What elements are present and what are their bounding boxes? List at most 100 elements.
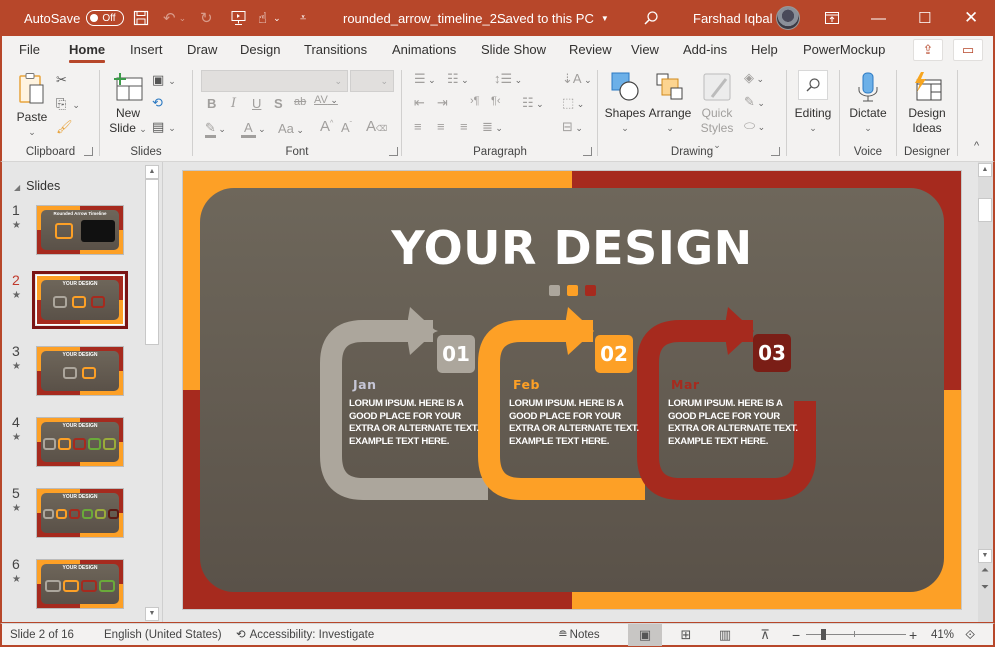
scrollbar-thumb[interactable] (978, 198, 992, 222)
close-icon[interactable]: ✕ (964, 0, 978, 36)
pane-scroll-up-icon[interactable]: ▲ (145, 165, 159, 179)
user-avatar[interactable] (776, 0, 800, 36)
arrange-button[interactable]: Arrange ⌄ (648, 72, 692, 136)
bold-button[interactable]: B (207, 96, 216, 111)
slides-pane-header[interactable]: ◢ Slides (14, 179, 60, 193)
align-left-icon[interactable]: ≡ (414, 119, 422, 134)
clipboard-launcher-icon[interactable] (84, 147, 93, 156)
tab-add-ins[interactable]: Add-ins (683, 36, 727, 64)
maximize-icon[interactable]: ☐ (918, 0, 931, 36)
design-ideas-button[interactable]: Design Ideas (903, 72, 951, 136)
numbering-icon[interactable]: ☷ ⌄ (447, 71, 469, 87)
slide-thumbnail-5[interactable]: YOUR DESIGN (36, 488, 124, 538)
strikethrough-button[interactable]: ab (294, 96, 306, 108)
layout-icon[interactable]: ▣ ⌄ (152, 72, 176, 88)
smartart-icon[interactable]: ⊟ ⌄ (562, 119, 583, 135)
font-launcher-icon[interactable] (389, 147, 398, 156)
slideshow-button[interactable]: ⊼ (748, 624, 782, 646)
collapse-ribbon-icon[interactable]: ^ (974, 140, 979, 152)
dictate-button[interactable]: Dictate ⌄ (846, 72, 890, 136)
format-painter-icon[interactable]: 🖌 (56, 119, 73, 135)
slide-thumbnail-2[interactable]: YOUR DESIGN (32, 271, 128, 329)
normal-view-button[interactable]: ▣ (628, 624, 662, 646)
increase-indent-icon[interactable]: ⇥ (437, 95, 448, 111)
editing-button[interactable]: Editing ⌄ (791, 70, 835, 136)
slide-sorter-button[interactable]: ⊞ (669, 624, 703, 646)
ribbon-display-options-icon[interactable] (825, 0, 839, 36)
align-text-icon[interactable]: ⬚ ⌄ (562, 95, 584, 111)
shape-fill-icon[interactable]: ◈ ⌄ (744, 70, 764, 86)
language-indicator[interactable]: English (United States) (104, 624, 222, 646)
touch-mode-icon[interactable]: ☝ ⌄ (258, 0, 281, 36)
pane-scrollbar-thumb[interactable] (145, 179, 159, 345)
ltr-icon[interactable]: ›¶ (470, 95, 480, 107)
tab-review[interactable]: Review (569, 36, 612, 64)
cut-icon[interactable]: ✂ (56, 72, 67, 88)
bullets-icon[interactable]: ☰ ⌄ (414, 71, 436, 87)
paragraph-launcher-icon[interactable] (583, 147, 592, 156)
font-name-dropdown[interactable]: ⌄ (201, 70, 348, 92)
next-slide-icon[interactable]: ⏷ (981, 582, 989, 593)
clear-formatting-icon[interactable]: A⌫ (366, 118, 387, 135)
customize-qat-icon[interactable]: ⩡ (300, 0, 306, 36)
section-icon[interactable]: ▤ ⌄ (152, 119, 176, 135)
slide-thumbnail-4[interactable]: YOUR DESIGN (36, 417, 124, 467)
rtl-icon[interactable]: ¶‹ (491, 95, 501, 107)
minimize-icon[interactable]: — (871, 0, 886, 36)
increase-font-icon[interactable]: A^ (320, 118, 333, 135)
character-spacing-button[interactable]: AV ⌄ (314, 94, 338, 106)
zoom-in-button[interactable]: + (909, 624, 917, 646)
tab-draw[interactable]: Draw (187, 36, 217, 64)
reset-icon[interactable]: ⟲ (152, 95, 163, 111)
share-button[interactable]: ⇪ (913, 39, 943, 61)
zoom-slider-thumb[interactable] (821, 629, 826, 640)
line-spacing-icon[interactable]: ↕☰ ⌄ (494, 71, 522, 87)
current-slide[interactable]: YOUR DESIGN 01 02 03 Jan Feb Mar LORUM I… (182, 170, 962, 610)
tab-powermockup[interactable]: PowerMockup (803, 36, 885, 64)
slide-thumbnail-6[interactable]: YOUR DESIGN (36, 559, 124, 609)
zoom-level[interactable]: 41% (931, 624, 954, 646)
save-status[interactable]: Saved to this PC ▼ (497, 0, 609, 36)
shapes-button[interactable]: Shapes ⌄ (604, 72, 646, 136)
decrease-indent-icon[interactable]: ⇤ (414, 95, 425, 111)
present-from-beginning-icon[interactable] (231, 0, 246, 36)
previous-slide-icon[interactable]: ⏶ (981, 565, 989, 576)
undo-icon[interactable]: ↶ ⌄ (163, 0, 186, 36)
tab-transitions[interactable]: Transitions (304, 36, 367, 64)
align-right-icon[interactable]: ≡ (460, 119, 468, 134)
highlight-button[interactable]: ✎ ⌄ (205, 120, 226, 138)
document-filename[interactable]: rounded_arrow_timeline_2... (343, 0, 508, 36)
tab-insert[interactable]: Insert (130, 36, 163, 64)
tab-design[interactable]: Design (240, 36, 280, 64)
search-icon[interactable] (643, 0, 659, 36)
shape-outline-icon[interactable]: ✎ ⌄ (744, 94, 765, 110)
decrease-font-icon[interactable]: Aˇ (341, 120, 352, 135)
tab-file[interactable]: File (19, 36, 40, 64)
shape-effects-icon[interactable]: ⬭ ⌄ (744, 118, 765, 134)
zoom-out-button[interactable]: − (792, 624, 800, 646)
tab-view[interactable]: View (631, 36, 659, 64)
slide-thumbnail-3[interactable]: YOUR DESIGN (36, 346, 124, 396)
copy-icon[interactable]: ⎘ ⌄ (56, 96, 80, 112)
change-case-button[interactable]: Aa ⌄ (278, 121, 304, 136)
redo-icon[interactable]: ↻ (200, 0, 213, 36)
step-text-2[interactable]: LORUM IPSUM. HERE IS A GOOD PLACE FOR YO… (509, 398, 639, 448)
scroll-up-icon[interactable]: ▲ (978, 163, 992, 177)
text-direction-icon[interactable]: ⇣A ⌄ (562, 71, 592, 87)
font-size-dropdown[interactable]: ⌄ (350, 70, 394, 92)
align-center-icon[interactable]: ≡ (437, 119, 445, 134)
shadow-button[interactable]: S (274, 96, 283, 111)
drawing-launcher-icon[interactable] (771, 147, 780, 156)
autosave-toggle[interactable]: AutoSave Off (24, 0, 125, 36)
tab-help[interactable]: Help (751, 36, 778, 64)
step-text-3[interactable]: LORUM IPSUM. HERE IS A GOOD PLACE FOR YO… (668, 398, 798, 448)
slide-thumbnail-1[interactable]: Rounded Arrow Timeline (36, 205, 124, 255)
fit-to-window-icon[interactable]: ⟐ (965, 624, 975, 646)
reading-view-button[interactable]: ▥ (708, 624, 742, 646)
step-text-1[interactable]: LORUM IPSUM. HERE IS A GOOD PLACE FOR YO… (349, 398, 479, 448)
underline-button[interactable]: U (252, 96, 261, 111)
user-name[interactable]: Farshad Iqbal (693, 0, 773, 36)
paste-button[interactable]: Paste ⌄ (14, 72, 50, 140)
justify-icon[interactable]: ≣ ⌄ (482, 119, 503, 135)
comments-button[interactable]: ▭ (953, 39, 983, 61)
